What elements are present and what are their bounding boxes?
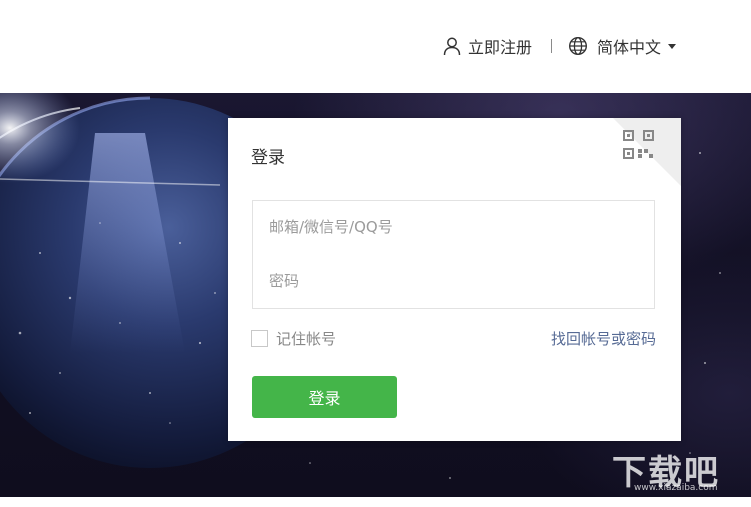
login-card: 登录 记住帐号 找回帐号或密码: [228, 118, 681, 441]
language-selector[interactable]: 简体中文: [568, 34, 677, 58]
site-watermark: 下载吧 www.xiazaiba.com: [612, 443, 742, 493]
globe-icon: [568, 36, 588, 56]
page-footer: [0, 497, 751, 507]
password-input[interactable]: [253, 253, 654, 308]
remember-account-checkbox[interactable]: 记住帐号: [251, 328, 336, 348]
login-title: 登录: [251, 148, 285, 168]
login-button[interactable]: 登录: [252, 376, 397, 418]
watermark-url: www.xiazaiba.com: [634, 483, 718, 493]
register-label: 立即注册: [468, 38, 533, 57]
topbar-divider: [551, 39, 552, 53]
top-bar: 立即注册 简体中文: [0, 0, 751, 93]
forgot-password-link[interactable]: 找回帐号或密码: [551, 328, 656, 349]
checkbox-box[interactable]: [251, 329, 268, 347]
qr-login-toggle[interactable]: [613, 118, 681, 186]
account-field[interactable]: [252, 200, 655, 254]
caret-down-icon: [668, 43, 677, 49]
language-label: 简体中文: [597, 38, 662, 57]
qr-code-icon: [613, 118, 681, 186]
password-field[interactable]: [252, 253, 655, 309]
remember-label: 记住帐号: [276, 329, 337, 348]
user-icon: [442, 36, 462, 56]
register-link[interactable]: 立即注册: [442, 34, 532, 58]
account-input[interactable]: [253, 201, 654, 253]
